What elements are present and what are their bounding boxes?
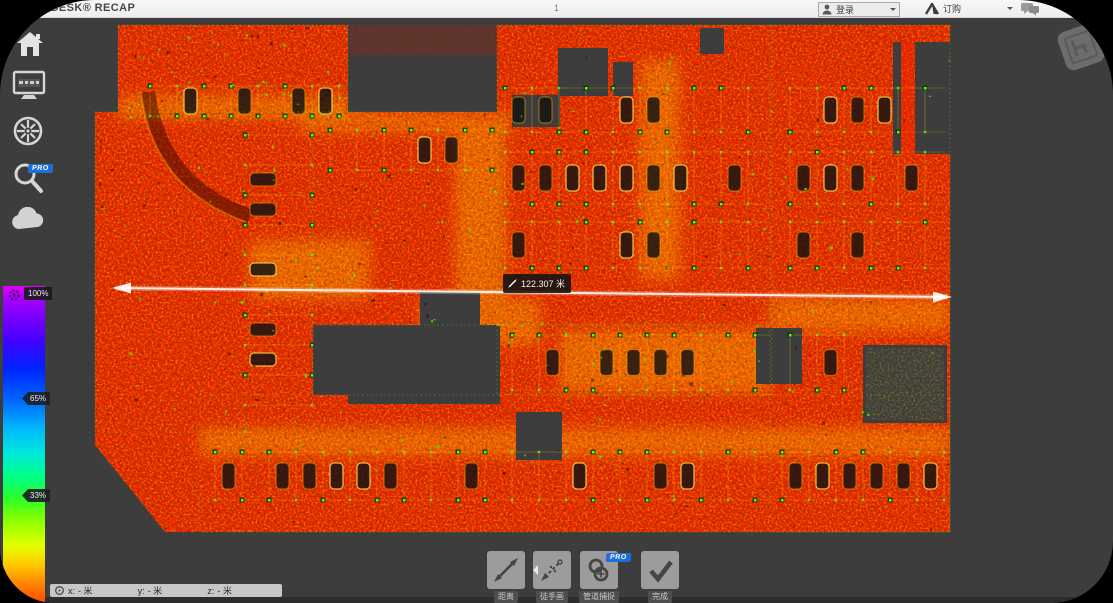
measurement-label: 122.307 米 (503, 274, 571, 293)
chevron-down-icon (1007, 7, 1013, 13)
scale-handle-33[interactable]: 33% (22, 489, 50, 502)
sign-in-dropdown[interactable]: 登录 (818, 2, 900, 17)
person-icon (822, 4, 832, 15)
pipe-snap-label: 管道捕捉 (579, 591, 619, 603)
x-value: - 米 (78, 584, 93, 597)
cloud-icon (10, 207, 46, 231)
x-label: x: (68, 586, 75, 596)
compass-icon (12, 115, 44, 147)
chat-bubbles-icon (1020, 2, 1040, 16)
y-value: - 米 (148, 584, 163, 597)
sign-in-label: 登录 (836, 3, 854, 16)
tool-distance[interactable]: 距离 (487, 551, 525, 603)
done-button[interactable] (641, 551, 679, 589)
recap-window: 122.307 米 PRO (0, 0, 1113, 603)
home-button[interactable] (16, 31, 44, 57)
search-pro-badge: PRO (28, 157, 53, 175)
autodesk-logo-icon (925, 3, 939, 15)
measure-toolbar: 距离 徒手画 (487, 551, 687, 603)
scale-label-100: 100% (24, 287, 52, 300)
subscribe-dropdown[interactable]: 订购 (925, 2, 1013, 15)
point-cloud-canvas[interactable] (0, 0, 1113, 603)
freehand-label: 徒手画 (536, 591, 568, 603)
scale-handle-65[interactable]: 65% (22, 392, 50, 405)
ruler-icon (508, 279, 517, 288)
tool-pipe-snap[interactable]: PRO 管道捕捉 (579, 551, 619, 603)
distance-button[interactable] (487, 551, 525, 589)
feedback-button[interactable] (1020, 2, 1040, 16)
done-label: 完成 (648, 591, 672, 603)
display-settings-button[interactable] (12, 70, 46, 102)
distance-arrow-icon (492, 556, 520, 584)
color-scale-bar[interactable]: 100% 65% 33% (3, 286, 45, 603)
measurement-value: 122.307 米 (521, 277, 565, 290)
freehand-button[interactable] (533, 551, 571, 589)
distance-label: 距离 (494, 591, 518, 603)
monitor-icon (12, 70, 46, 102)
y-label: y: (138, 586, 145, 596)
pipe-snap-pro-badge: PRO (606, 546, 631, 564)
app-logo: AUTODESK® RECAP (18, 2, 135, 14)
cloud-button[interactable] (10, 207, 46, 231)
gear-icon[interactable] (7, 288, 21, 302)
tool-freehand[interactable]: 徒手画 (533, 551, 571, 603)
subscribe-label: 订购 (943, 2, 961, 15)
z-value: - 米 (217, 584, 232, 597)
chevron-down-icon (890, 8, 896, 14)
check-icon (645, 556, 675, 584)
coordinate-status-bar: x: - 米 y: - 米 z: - 米 (50, 584, 282, 597)
view-title: 1 (554, 3, 559, 13)
z-label: z: (207, 586, 214, 596)
tool-done[interactable]: 完成 (641, 551, 679, 603)
navigation-button[interactable] (12, 115, 44, 147)
origin-icon (54, 585, 65, 596)
home-icon (16, 31, 44, 57)
toolbar-notch (528, 565, 538, 575)
title-bar: AUTODESK® RECAP 1 登录 订购 (0, 0, 1113, 18)
freehand-arrow-icon (538, 556, 566, 584)
